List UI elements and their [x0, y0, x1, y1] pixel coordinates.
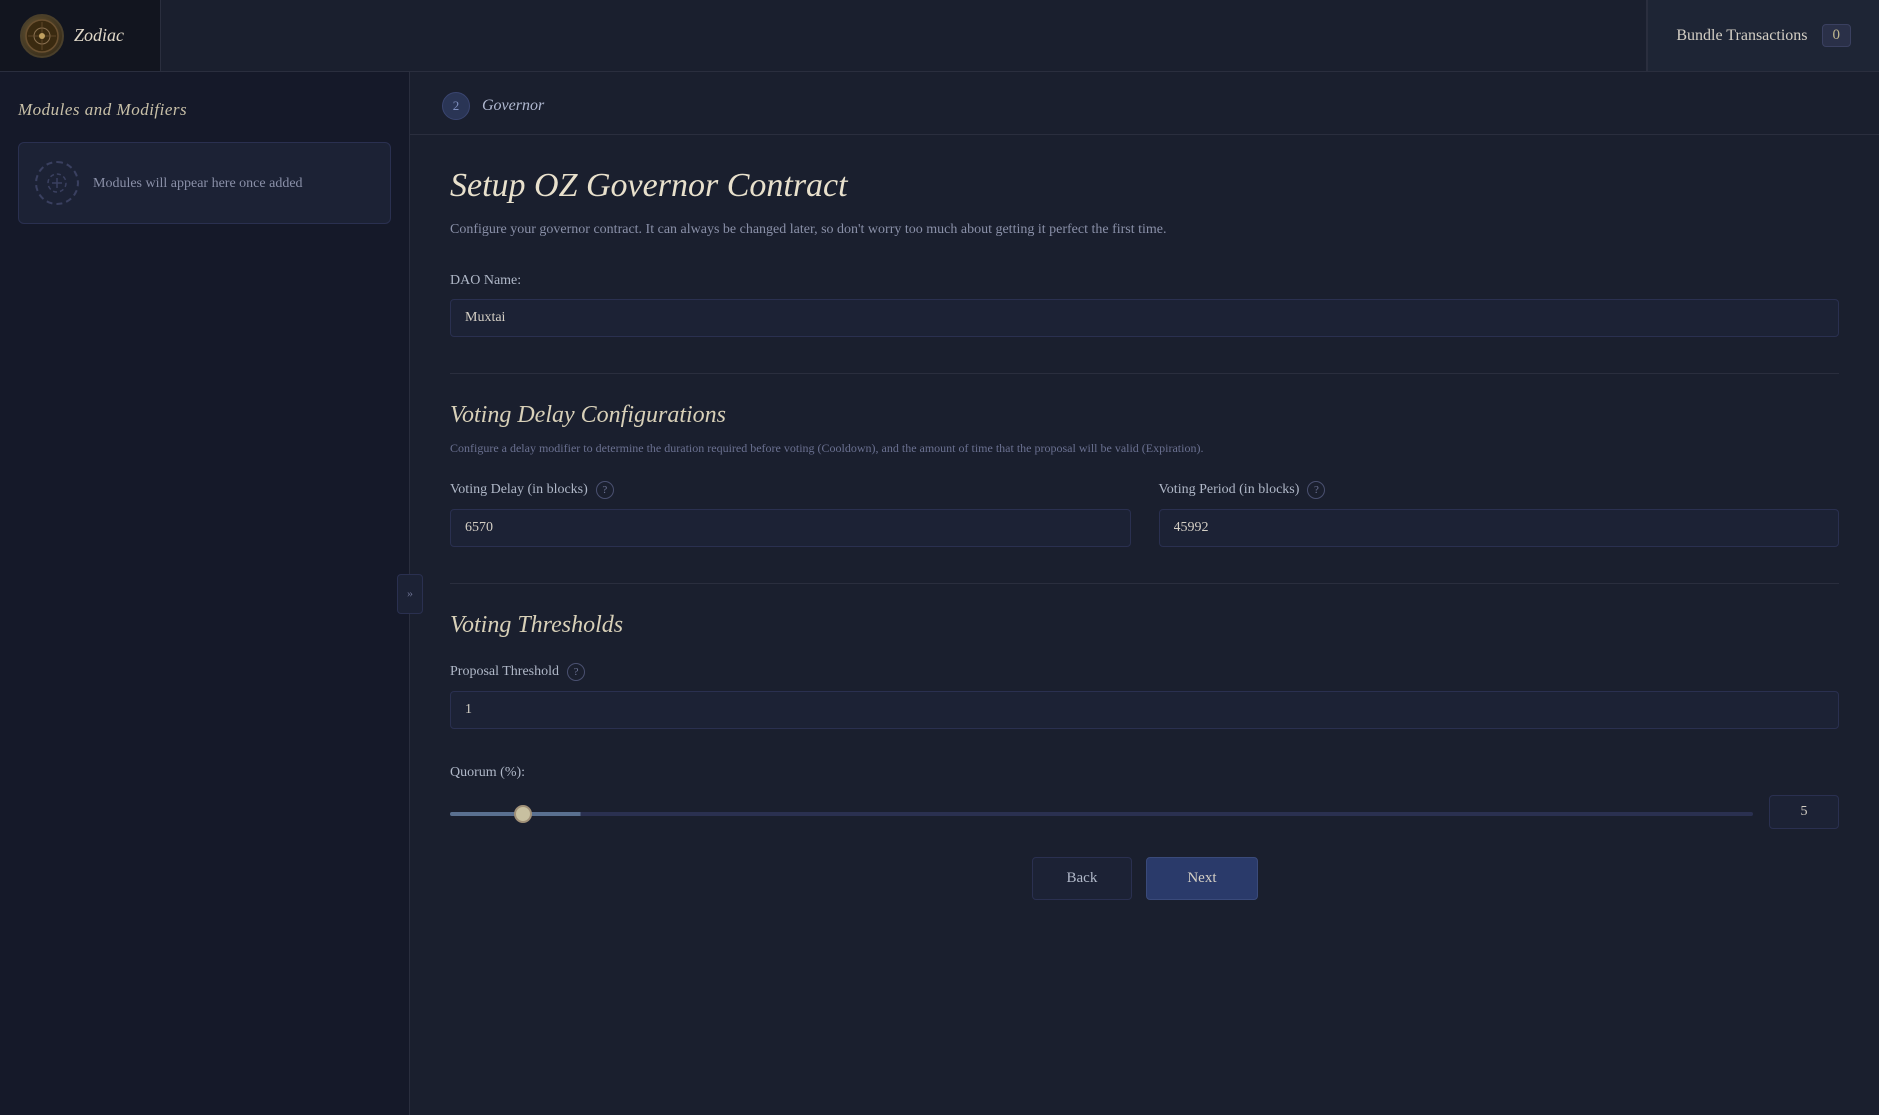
form-actions: Back Next — [450, 829, 1839, 910]
voting-delay-label: Voting Delay (in blocks) ? — [450, 481, 1131, 499]
form-content: Setup OZ Governor Contract Configure you… — [410, 135, 1879, 950]
form-main-title: Setup OZ Governor Contract — [450, 167, 1839, 205]
step-label: Governor — [482, 97, 544, 115]
proposal-threshold-label: Proposal Threshold ? — [450, 663, 1839, 681]
bundle-label: Bundle Transactions — [1676, 27, 1807, 45]
step-badge: 2 — [442, 92, 470, 120]
quorum-slider-wrapper — [450, 803, 1753, 821]
quorum-value-input[interactable] — [1769, 795, 1839, 829]
voting-delay-help-icon[interactable]: ? — [596, 481, 614, 499]
back-button[interactable]: Back — [1032, 857, 1133, 900]
quorum-field: Quorum (%): — [450, 765, 1839, 829]
proposal-threshold-help-icon[interactable]: ? — [567, 663, 585, 681]
expand-icon: » — [407, 586, 413, 601]
voting-period-help-icon[interactable]: ? — [1307, 481, 1325, 499]
quorum-label: Quorum (%): — [450, 765, 1839, 781]
bundle-count: 0 — [1822, 24, 1852, 47]
top-nav: Zodiac Bundle Transactions 0 — [0, 0, 1879, 72]
logo-text: Zodiac — [74, 25, 124, 46]
modules-empty-card: Modules will appear here once added — [18, 142, 391, 224]
voting-period-label: Voting Period (in blocks) ? — [1159, 481, 1840, 499]
quorum-slider[interactable] — [450, 812, 1753, 816]
voting-delay-desc: Configure a delay modifier to determine … — [450, 439, 1839, 457]
dao-name-section: DAO Name: — [450, 273, 1839, 337]
dao-name-input[interactable] — [450, 299, 1839, 337]
logo-area[interactable]: Zodiac — [0, 14, 160, 58]
step-header: 2 Governor — [410, 72, 1879, 135]
main-layout: Modules and Modifiers Modules will appea… — [0, 72, 1879, 1115]
dao-name-label: DAO Name: — [450, 273, 1839, 289]
proposal-threshold-input[interactable] — [450, 691, 1839, 729]
form-description: Configure your governor contract. It can… — [450, 219, 1839, 241]
voting-period-field: Voting Period (in blocks) ? — [1159, 481, 1840, 547]
voting-thresholds-heading: Voting Thresholds — [450, 612, 1839, 639]
sidebar: Modules and Modifiers Modules will appea… — [0, 72, 410, 1115]
voting-delay-input[interactable] — [450, 509, 1131, 547]
content-area: 2 Governor Setup OZ Governor Contract Co… — [410, 72, 1879, 1115]
voting-period-input[interactable] — [1159, 509, 1840, 547]
voting-delay-section: Voting Delay Configurations Configure a … — [450, 402, 1839, 547]
modules-empty-text: Modules will appear here once added — [93, 173, 303, 194]
quorum-row — [450, 795, 1839, 829]
sidebar-title: Modules and Modifiers — [18, 100, 391, 120]
voting-thresholds-section: Voting Thresholds Proposal Threshold ? Q… — [450, 612, 1839, 829]
search-bar[interactable] — [160, 0, 1647, 71]
empty-icon — [35, 161, 79, 205]
divider-1 — [450, 373, 1839, 374]
divider-2 — [450, 583, 1839, 584]
bundle-transactions-button[interactable]: Bundle Transactions 0 — [1647, 0, 1879, 71]
proposal-threshold-field: Proposal Threshold ? — [450, 663, 1839, 729]
voting-delay-heading: Voting Delay Configurations — [450, 402, 1839, 429]
voting-delay-field: Voting Delay (in blocks) ? — [450, 481, 1131, 547]
logo-avatar — [20, 14, 64, 58]
next-button[interactable]: Next — [1146, 857, 1257, 900]
voting-delay-fields: Voting Delay (in blocks) ? Voting Period… — [450, 481, 1839, 547]
sidebar-expand-button[interactable]: » — [397, 574, 423, 614]
